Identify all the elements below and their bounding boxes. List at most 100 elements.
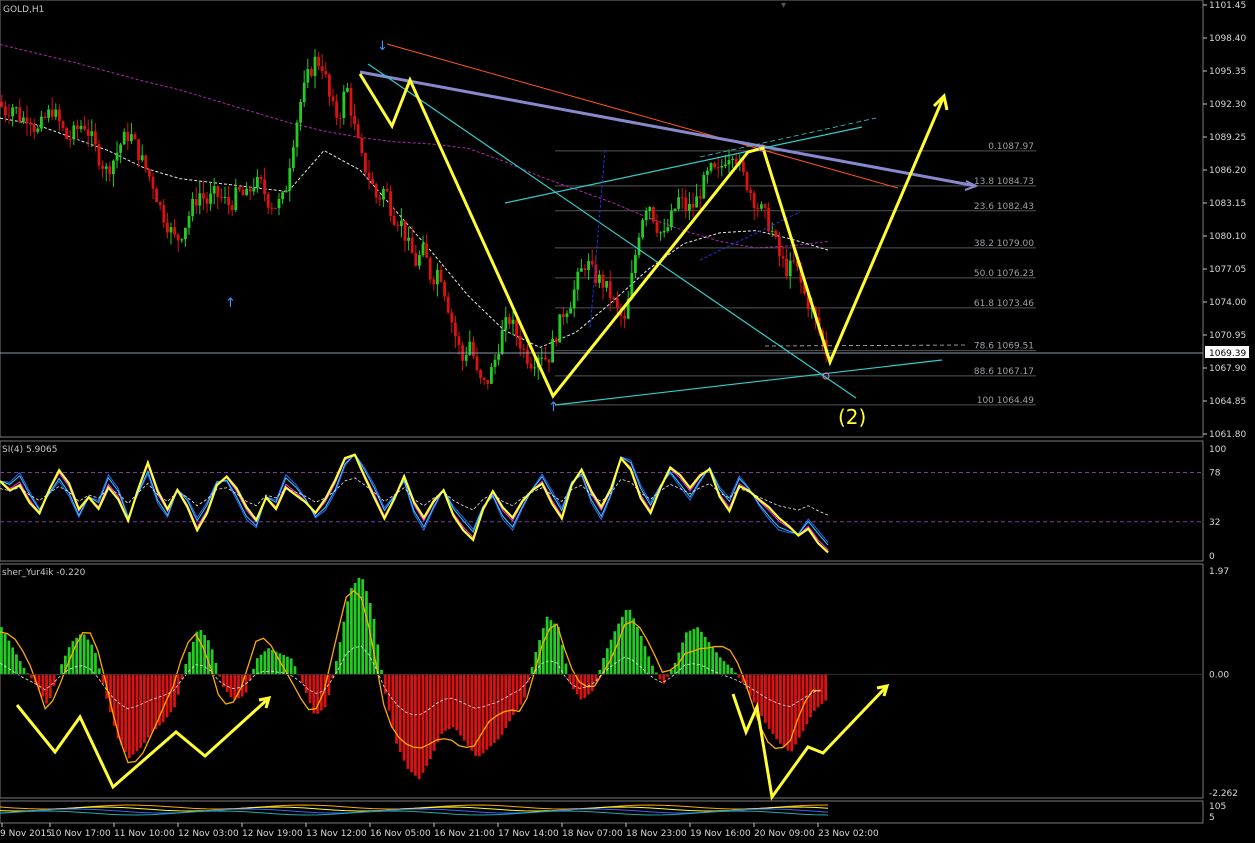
fisher-bar	[496, 674, 500, 740]
candle-body	[407, 237, 410, 241]
fisher-bar	[267, 648, 270, 675]
fisher-bar	[255, 658, 259, 675]
candle-body	[659, 232, 662, 234]
candle-body	[544, 357, 547, 360]
candle-body	[673, 208, 677, 211]
candle-body	[598, 274, 601, 283]
candle-body	[781, 256, 785, 259]
candle-body	[770, 230, 774, 232]
time-tick-label: 10 Nov 17:00	[50, 829, 111, 839]
candle-body	[436, 269, 439, 285]
candle-body	[198, 193, 202, 206]
candle-body	[508, 317, 511, 324]
fisher-bar	[647, 656, 651, 675]
fisher-panel[interactable]	[0, 563, 1204, 799]
candle-body	[86, 129, 90, 136]
trading-chart[interactable]: 0.1087.97 13.8 1084.73 23.6 1082.43 38.2 10…	[0, 0, 1255, 843]
fisher-bar	[794, 674, 797, 745]
candle-body	[720, 166, 724, 168]
candle-body	[785, 258, 788, 277]
candle-body	[331, 96, 335, 102]
candle-body	[680, 197, 684, 199]
candle-body	[396, 224, 400, 227]
fisher-bar	[797, 674, 801, 738]
price-tick-label: 1086.20	[1209, 166, 1246, 176]
candle-body	[601, 274, 605, 288]
fisher-bar	[462, 674, 466, 741]
candle-body	[760, 204, 763, 209]
candle-body	[670, 210, 673, 228]
fisher-bar	[696, 627, 700, 675]
fisher-bar	[41, 674, 45, 697]
candle-body	[522, 348, 526, 350]
fisher-bar	[353, 582, 357, 675]
fisher-bar	[176, 674, 180, 695]
fisher-bar	[470, 674, 474, 751]
candle-body	[266, 193, 270, 208]
candle-body	[752, 193, 756, 208]
fisher-bar	[86, 639, 90, 675]
candle-body	[328, 74, 331, 97]
rsi-panel[interactable]	[0, 440, 1204, 562]
candle-body	[252, 187, 256, 192]
candle-body	[205, 198, 209, 204]
candle-body	[284, 190, 288, 193]
fisher-bar	[225, 674, 229, 692]
fisher-bar	[553, 623, 557, 675]
fisher-bar	[184, 663, 188, 675]
candle-body	[490, 367, 493, 384]
candle-body	[288, 168, 292, 191]
rsi-tick-label: 78	[1209, 469, 1221, 479]
fisher-bar	[259, 654, 263, 675]
fisher-bar	[30, 674, 33, 679]
candle-body	[40, 116, 43, 129]
price-axis[interactable]: 1101.45 1098.40 1095.35 1092.30 1089.25 1086.…	[1203, 1, 1246, 440]
fisher-bar	[579, 674, 583, 700]
candle-body	[4, 106, 7, 116]
fisher-bar	[398, 674, 402, 753]
candle-body	[446, 296, 450, 313]
time-tick-label: 12 Nov 03:00	[178, 829, 239, 839]
candle-body	[389, 191, 392, 216]
price-tick-label: 1095.35	[1209, 67, 1246, 77]
candle-body	[364, 153, 367, 173]
candle-body	[349, 87, 353, 116]
current-price-value: 1069.39	[1209, 349, 1246, 359]
price-tick-label: 1080.10	[1209, 232, 1246, 242]
fisher-bar	[131, 674, 135, 755]
candle-body	[97, 144, 101, 166]
fisher-bar	[545, 616, 549, 675]
candle-body	[526, 349, 529, 364]
candle-body	[299, 102, 302, 123]
fisher-bar	[508, 674, 511, 722]
candle-body	[518, 335, 522, 349]
candle-body	[644, 210, 648, 221]
candle-body	[414, 253, 418, 266]
candle-body	[439, 269, 443, 282]
candle-body	[202, 193, 205, 199]
fisher-bar	[293, 666, 297, 675]
candle-body	[144, 155, 148, 170]
candle-body	[281, 192, 284, 200]
candle-body	[169, 227, 173, 233]
candle-body	[306, 69, 310, 83]
candle-body	[223, 196, 227, 198]
fisher-bar	[18, 661, 22, 675]
candle-body	[382, 188, 385, 200]
candle-body	[18, 107, 22, 122]
candle-body	[565, 313, 569, 318]
fisher-bar	[801, 674, 805, 731]
candle-body	[648, 207, 652, 211]
candle-body	[94, 131, 97, 145]
candle-body	[313, 56, 317, 76]
fisher-bar	[752, 674, 756, 703]
candle-body	[54, 109, 58, 117]
fisher-bar	[451, 674, 455, 728]
time-axis[interactable]: 9 Nov 201510 Nov 17:00 11 Nov 10:00 12 Nov…	[0, 823, 879, 839]
candle-body	[731, 158, 734, 161]
candle-body	[403, 220, 407, 241]
candle-body	[310, 69, 313, 76]
candle-body	[43, 116, 47, 118]
candle-body	[421, 243, 425, 256]
fisher-bar	[304, 674, 308, 694]
